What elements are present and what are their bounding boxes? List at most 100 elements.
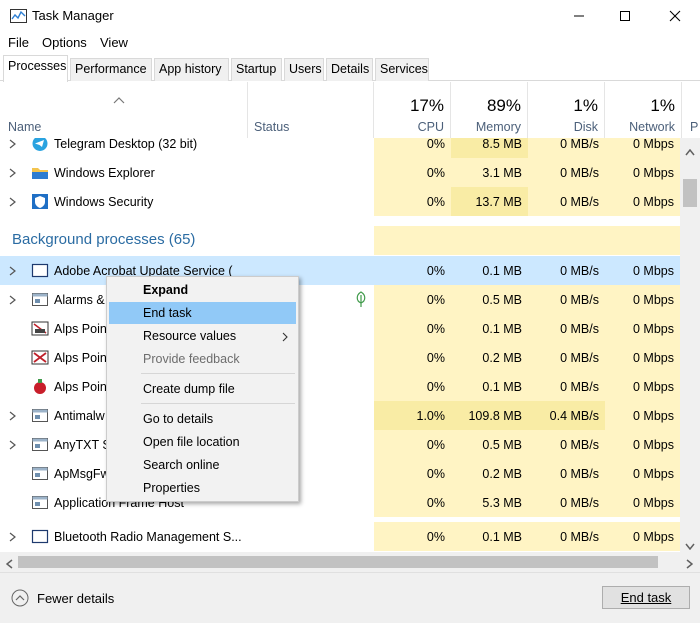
cpu-total: 17%	[409, 96, 444, 115]
tab-startup[interactable]: Startup	[231, 58, 282, 81]
scroll-up-icon[interactable]	[685, 144, 695, 159]
memory-value: 0.5 MB	[451, 285, 528, 314]
disk-value: 0.4 MB/s	[528, 401, 605, 430]
network-value: 0 Mbps	[605, 187, 680, 216]
table-row[interactable]: ApMsgFw 0% 0.2 MB 0 MB/s 0 Mbps	[0, 459, 680, 488]
menu-item-end-task[interactable]: End task	[109, 302, 296, 324]
app-window-icon	[31, 494, 49, 511]
window-title: Task Manager	[32, 8, 114, 23]
disk-value: 0 MB/s	[528, 314, 605, 343]
tab-processes[interactable]: Processes	[3, 55, 68, 82]
menu-item-provide-feedback: Provide feedback	[143, 352, 240, 366]
process-name: Windows Explorer	[54, 165, 155, 180]
chevron-right-icon[interactable]	[9, 401, 16, 430]
column-power[interactable]: P	[682, 82, 700, 138]
menu-options[interactable]: Options	[42, 35, 87, 50]
close-button[interactable]	[652, 0, 698, 32]
end-task-button[interactable]: End task	[602, 586, 690, 609]
column-status[interactable]: Status	[248, 82, 374, 138]
menu-view[interactable]: View	[100, 35, 128, 50]
horizontal-scrollbar[interactable]	[0, 552, 700, 572]
tab-details[interactable]: Details	[326, 58, 373, 81]
menu-item-go-to-details[interactable]: Go to details	[109, 408, 296, 430]
heat-cell	[374, 226, 451, 255]
disk-value: 0 MB/s	[528, 372, 605, 401]
column-name[interactable]: Name	[0, 82, 248, 138]
chevron-right-icon[interactable]	[9, 138, 16, 158]
memory-value: 0.2 MB	[451, 343, 528, 372]
title-bar: Task Manager	[0, 0, 700, 32]
minimize-button[interactable]	[556, 0, 602, 32]
disk-value: 0 MB/s	[528, 187, 605, 216]
vertical-scroll-thumb[interactable]	[683, 179, 697, 207]
memory-value: 5.3 MB	[451, 488, 528, 517]
table-row[interactable]: Bluetooth Radio Management S... 0% 0.1 M…	[0, 522, 680, 551]
fewer-details-link[interactable]: Fewer details	[37, 591, 114, 606]
column-network[interactable]: 1% Network	[605, 82, 682, 138]
menu-item-resource-values[interactable]: Resource values	[109, 325, 296, 347]
submenu-arrow-icon	[282, 331, 288, 345]
table-row[interactable]: Application Frame Host 0% 5.3 MB 0 MB/s …	[0, 488, 680, 517]
menu-item-properties[interactable]: Properties	[109, 477, 296, 499]
task-manager-icon	[10, 9, 27, 23]
tab-app-history[interactable]: App history	[154, 58, 229, 81]
memory-value: 0.1 MB	[451, 314, 528, 343]
group-header[interactable]: Background processes (65)	[0, 226, 680, 255]
memory-value: 109.8 MB	[451, 401, 528, 430]
cpu-value: 0%	[374, 187, 451, 216]
app-window-icon	[31, 436, 49, 453]
process-name: Telegram Desktop (32 bit)	[54, 138, 198, 151]
maximize-button[interactable]	[602, 0, 648, 32]
cpu-value: 0%	[374, 522, 451, 551]
menu-file[interactable]: File	[8, 35, 29, 50]
scroll-down-icon[interactable]	[685, 538, 695, 553]
tab-services[interactable]: Services	[375, 58, 429, 81]
table-row[interactable]: Alps Poin 0% 0.2 MB 0 MB/s 0 Mbps	[0, 343, 680, 372]
memory-value: 13.7 MB	[451, 187, 528, 216]
cpu-value: 0%	[374, 459, 451, 488]
chevron-right-icon[interactable]	[9, 187, 16, 216]
window-icon	[31, 262, 49, 279]
chevron-right-icon[interactable]	[9, 256, 16, 285]
memory-value: 0.1 MB	[451, 372, 528, 401]
menu-item-label: Resource values	[143, 329, 237, 343]
chevron-right-icon[interactable]	[9, 522, 16, 551]
cpu-value: 0%	[374, 158, 451, 187]
horizontal-scroll-thumb[interactable]	[18, 556, 658, 568]
column-memory[interactable]: 89% Memory	[451, 82, 528, 138]
disk-total: 1%	[573, 96, 598, 115]
tab-performance[interactable]: Performance	[70, 58, 152, 81]
table-header: Name Status 17% CPU 89% Memory 1% Disk 1…	[0, 82, 700, 138]
network-value: 0 Mbps	[605, 158, 680, 187]
telegram-icon	[31, 138, 49, 152]
table-row[interactable]: Antimalw 1.0% 109.8 MB 0.4 MB/s 0 Mbps	[0, 401, 680, 430]
table-row[interactable]: Adobe Acrobat Update Service ( 0% 0.1 MB…	[0, 256, 680, 285]
cpu-value: 0%	[374, 488, 451, 517]
menu-item-create-dump-file[interactable]: Create dump file	[109, 378, 296, 400]
column-disk[interactable]: 1% Disk	[528, 82, 605, 138]
table-row[interactable]: Telegram Desktop (32 bit) 0% 8.5 MB 0 MB…	[0, 138, 680, 158]
menu-item-expand[interactable]: Expand	[109, 279, 296, 301]
table-row[interactable]: AnyTXT S 0% 0.5 MB 0 MB/s 0 Mbps	[0, 430, 680, 459]
chevron-right-icon[interactable]	[9, 430, 16, 459]
scroll-left-icon[interactable]	[5, 557, 13, 572]
table-row[interactable]: Alarms & 0% 0.5 MB 0 MB/s 0 Mbps	[0, 285, 680, 314]
table-row[interactable]: Windows Security 0% 13.7 MB 0 MB/s 0 Mbp…	[0, 187, 680, 216]
chevron-right-icon[interactable]	[9, 158, 16, 187]
table-row[interactable]: Alps Poin 0% 0.1 MB 0 MB/s 0 Mbps	[0, 372, 680, 401]
vertical-scrollbar[interactable]	[680, 138, 700, 552]
network-value: 0 Mbps	[605, 138, 680, 158]
table-row[interactable]: Windows Explorer 0% 3.1 MB 0 MB/s 0 Mbps	[0, 158, 680, 187]
cpu-value: 1.0%	[374, 401, 451, 430]
chevron-right-icon[interactable]	[9, 285, 16, 314]
cpu-value: 0%	[374, 372, 451, 401]
tab-users[interactable]: Users	[284, 58, 324, 81]
menu-item-search-online[interactable]: Search online	[109, 454, 296, 476]
alps-pointing-red-icon	[31, 378, 49, 395]
menu-item-open-file-location[interactable]: Open file location	[109, 431, 296, 453]
column-cpu[interactable]: 17% CPU	[374, 82, 451, 138]
table-row[interactable]: Alps Poin 0% 0.1 MB 0 MB/s 0 Mbps	[0, 314, 680, 343]
memory-value: 8.5 MB	[451, 138, 528, 158]
collapse-up-icon[interactable]	[11, 589, 29, 607]
scroll-right-icon[interactable]	[686, 557, 694, 572]
